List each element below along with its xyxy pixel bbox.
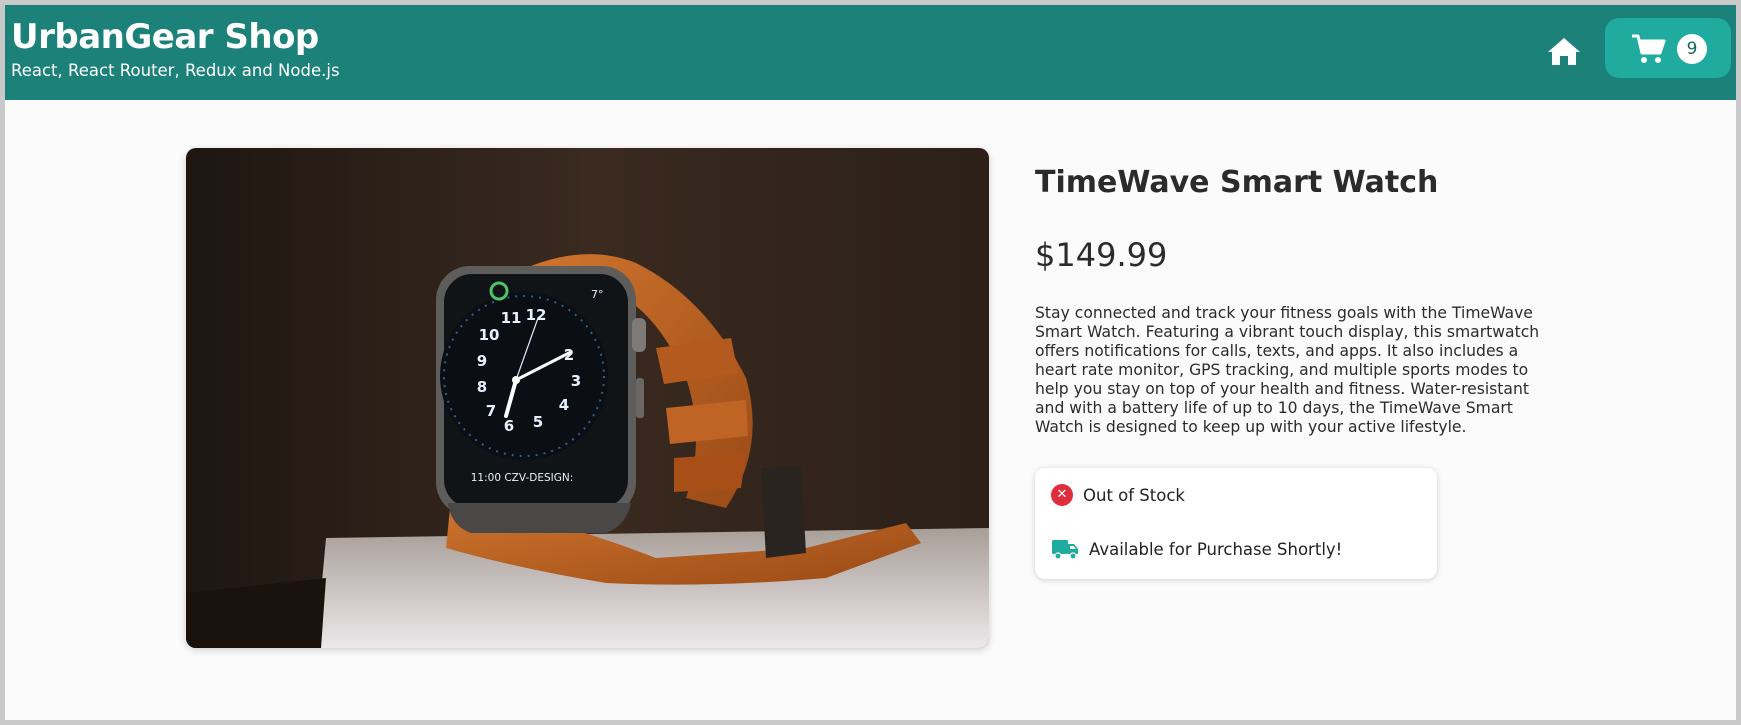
watch-corner-text: 7°	[591, 288, 604, 301]
product-image: 12 11 10 9 8 7 6 5 4 2 3 7° 11:00 CZV-DE…	[186, 148, 989, 648]
cart-count-badge: 9	[1677, 34, 1707, 64]
availability-row: Available for Purchase Shortly!	[1051, 538, 1342, 560]
availability-label: Available for Purchase Shortly!	[1089, 539, 1343, 559]
app-header: UrbanGear Shop React, React Router, Redu…	[5, 5, 1736, 100]
brand-title[interactable]: UrbanGear Shop	[11, 17, 319, 57]
stock-status-label: Out of Stock	[1083, 485, 1185, 505]
svg-text:3: 3	[571, 372, 581, 390]
brand-subtitle: React, React Router, Redux and Node.js	[11, 61, 340, 80]
svg-text:8: 8	[477, 378, 487, 396]
stock-status-row: ✕ Out of Stock	[1051, 484, 1185, 506]
svg-text:9: 9	[477, 352, 487, 370]
stock-status-card: ✕ Out of Stock Available for Purchase Sh…	[1035, 468, 1437, 579]
svg-text:10: 10	[479, 326, 500, 344]
truck-icon	[1052, 540, 1078, 560]
watch-face-text: 11:00 CZV-DESIGN:	[471, 472, 574, 484]
cart-button[interactable]: 9	[1605, 18, 1731, 78]
svg-text:7: 7	[486, 402, 496, 420]
home-button[interactable]	[1544, 31, 1584, 71]
svg-text:6: 6	[504, 417, 514, 435]
shopping-cart-icon	[1632, 34, 1666, 63]
product-price: $149.99	[1035, 236, 1168, 274]
svg-text:5: 5	[533, 413, 543, 431]
product-description: Stay connected and track your fitness go…	[1035, 304, 1540, 436]
svg-text:12: 12	[526, 306, 547, 324]
close-circle-icon: ✕	[1051, 484, 1073, 506]
svg-text:11: 11	[501, 309, 522, 327]
product-title: TimeWave Smart Watch	[1035, 165, 1439, 200]
home-icon	[1548, 38, 1580, 65]
page-frame: UrbanGear Shop React, React Router, Redu…	[5, 5, 1736, 720]
svg-text:4: 4	[559, 396, 569, 414]
